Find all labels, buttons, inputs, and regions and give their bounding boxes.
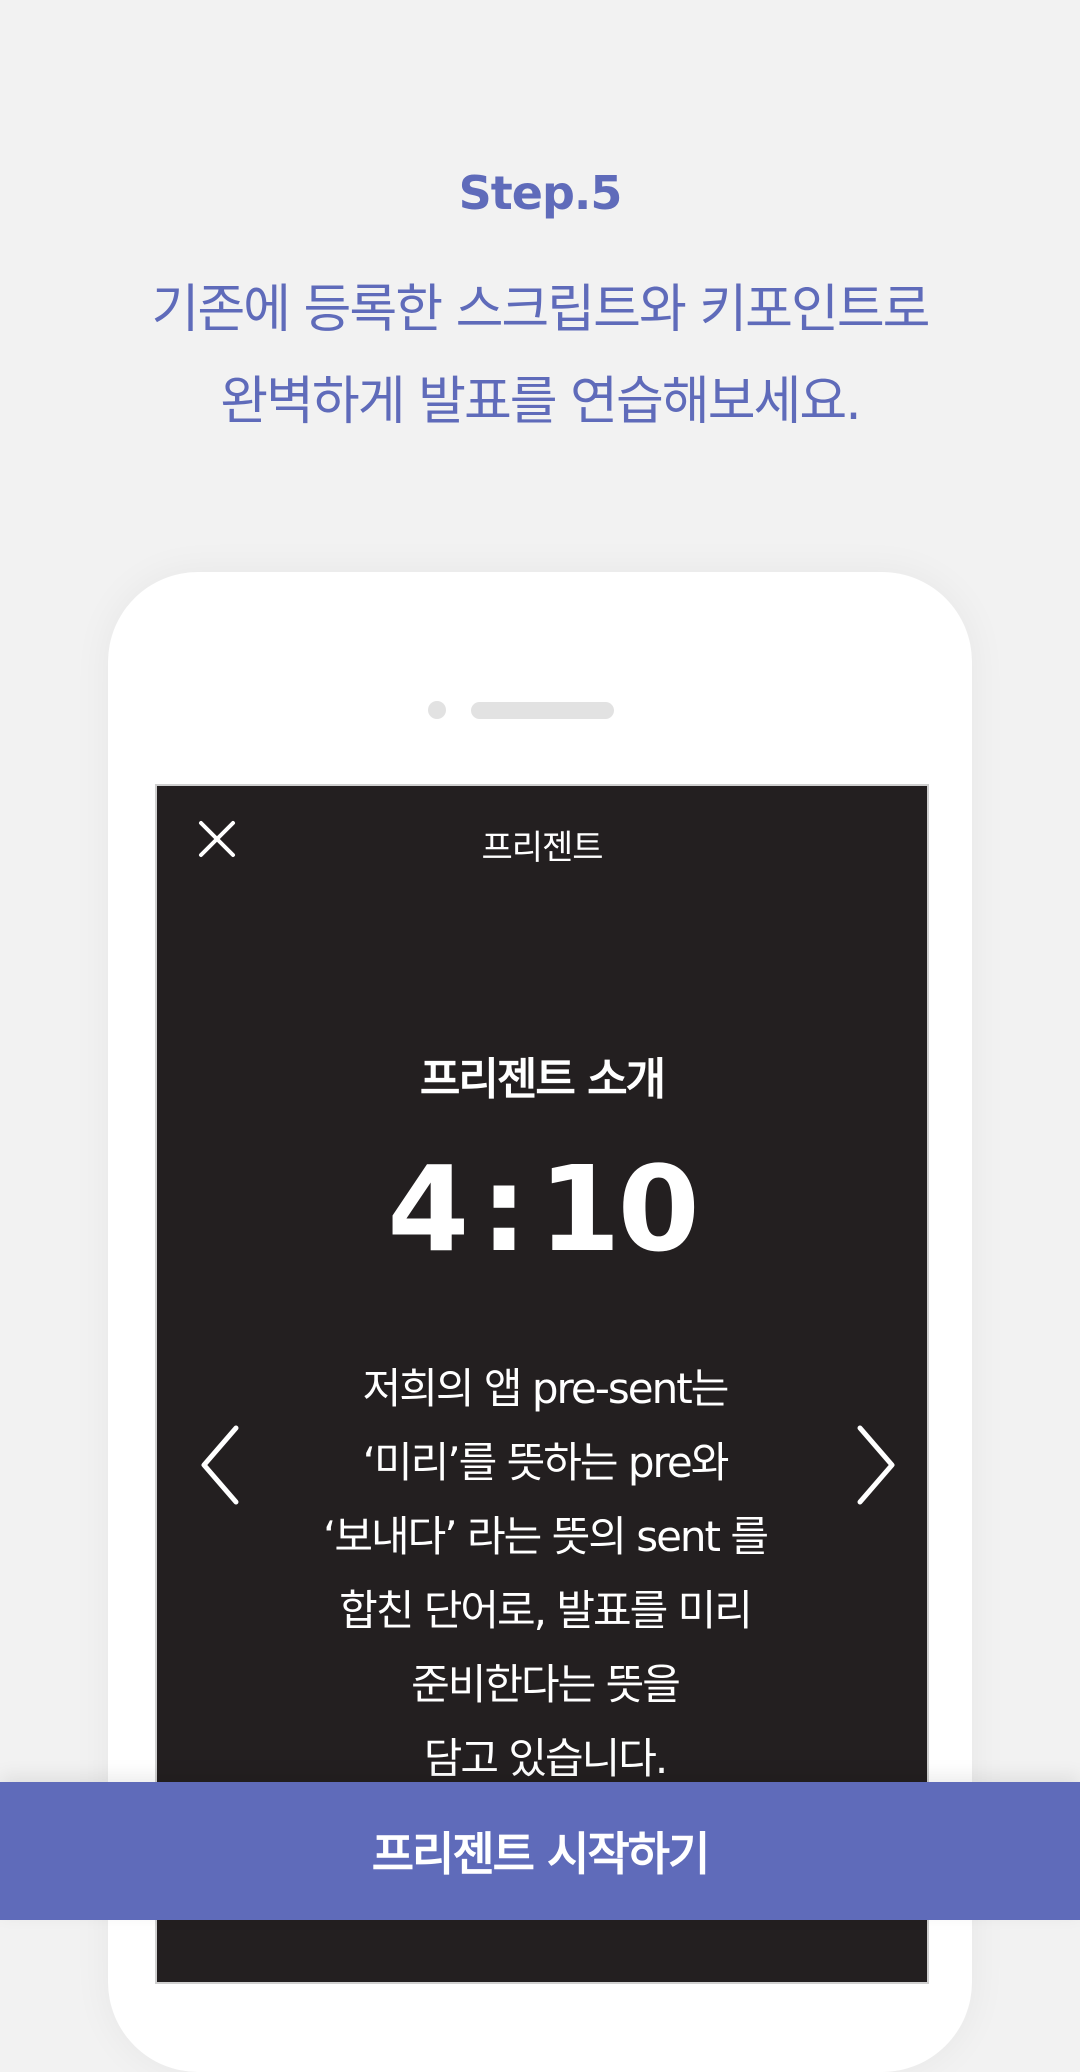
timer-minutes: 4 (387, 1140, 469, 1278)
previous-slide-button[interactable] (198, 1424, 242, 1506)
headline-line-2: 완벽하게 발표를 연습해보세요. (220, 372, 862, 432)
next-slide-button[interactable] (854, 1424, 898, 1506)
screen-title: 프리젠트 (481, 828, 603, 868)
slide-title: 프리젠트 소개 (419, 1054, 666, 1105)
script-line: 합친 단어로, 발표를 미리 (339, 1586, 753, 1635)
timer-seconds: 10 (538, 1140, 700, 1278)
timer-separator: : (480, 1140, 527, 1278)
phone-camera (428, 701, 446, 719)
script-line: 준비한다는 뜻을 (411, 1660, 681, 1709)
start-presentation-label: 프리젠트 시작하기 (371, 1827, 711, 1881)
step-label: Step.5 (458, 166, 623, 220)
start-presentation-button[interactable]: 프리젠트 시작하기 (0, 1782, 1080, 1920)
chevron-right-icon (857, 1425, 895, 1505)
script-line: ‘미리’를 뜻하는 pre와 (362, 1438, 730, 1487)
script-line: ‘보내다’ 라는 뜻의 sent 를 (322, 1512, 769, 1561)
headline-line-1: 기존에 등록한 스크립트와 키포인트로 (151, 280, 930, 340)
script-line: 저희의 앱 pre-sent는 (362, 1364, 730, 1413)
timer: 4:10 (155, 1140, 929, 1278)
chevron-left-icon (201, 1425, 239, 1505)
script-text: 저희의 앱 pre-sent는 ‘미리’를 뜻하는 pre와 ‘보내다’ 라는 … (255, 1352, 835, 1796)
phone-speaker (471, 702, 614, 719)
